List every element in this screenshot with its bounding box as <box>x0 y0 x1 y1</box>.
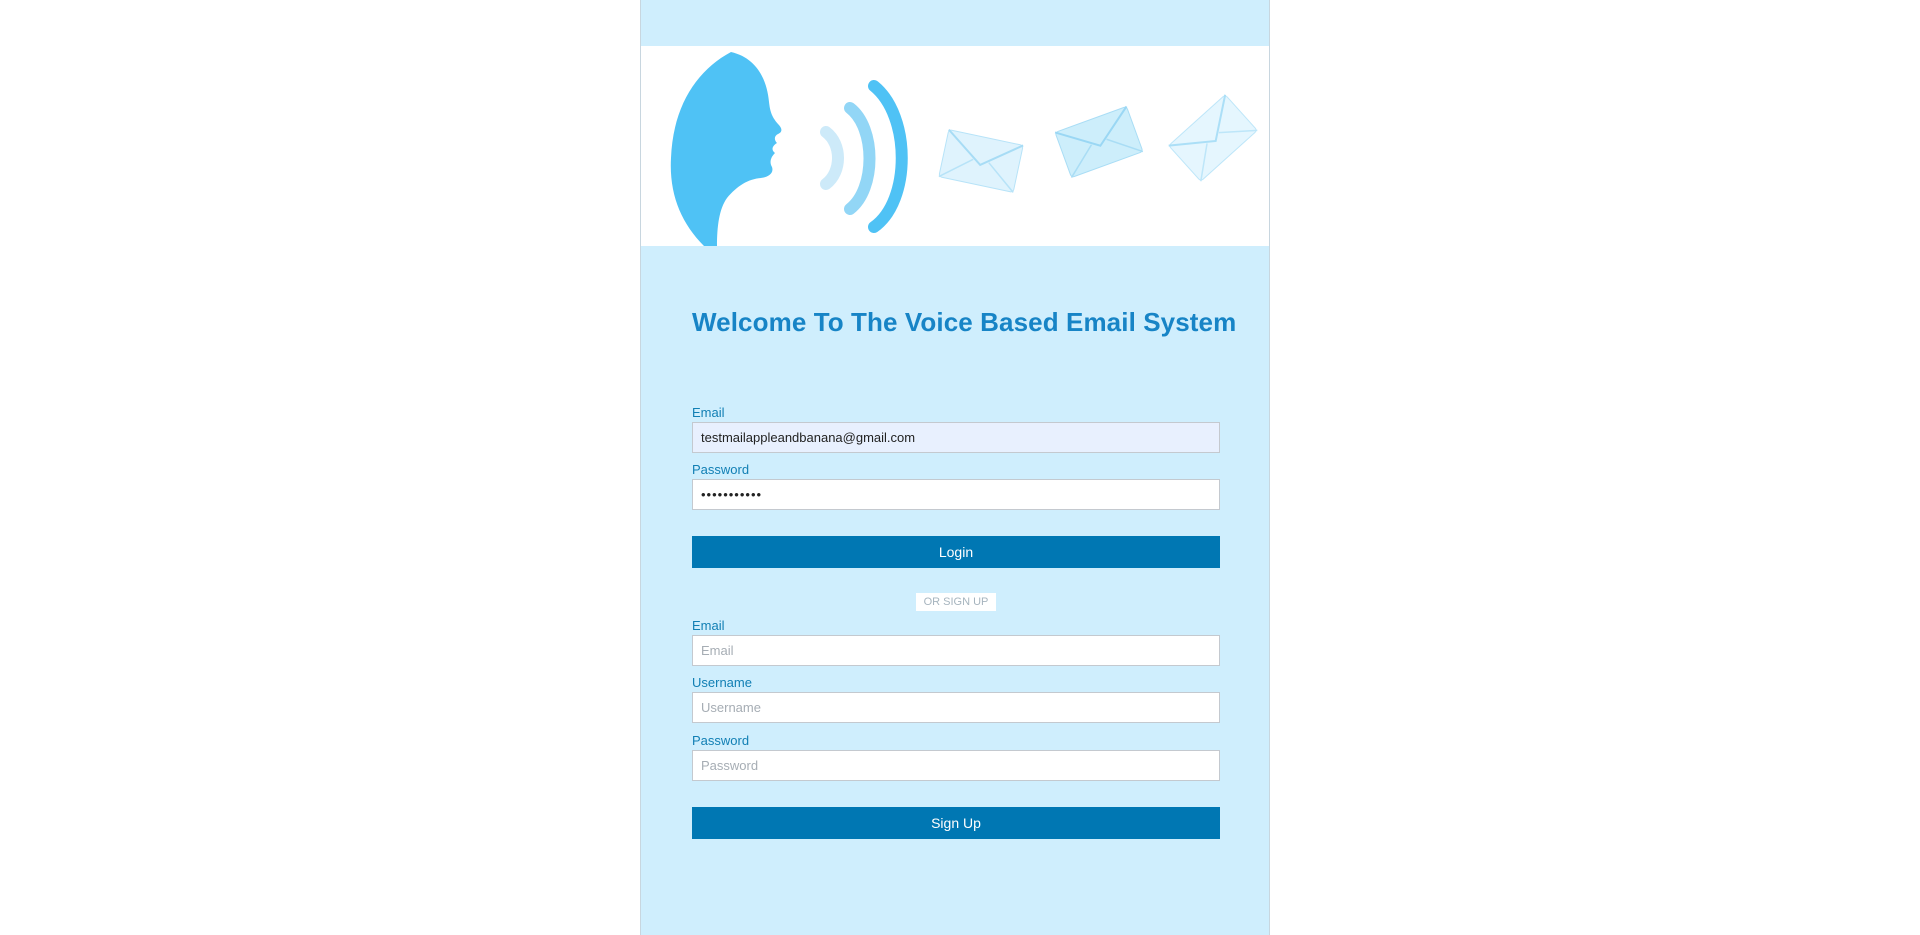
signup-email-label: Email <box>692 618 725 633</box>
signup-username-label: Username <box>692 675 752 690</box>
or-sign-up-divider: OR SIGN UP <box>916 593 996 611</box>
login-password-input[interactable] <box>692 479 1220 510</box>
envelope-icon <box>938 128 1024 193</box>
login-password-label: Password <box>692 462 750 477</box>
page-title: Welcome To The Voice Based Email System <box>692 307 1237 337</box>
login-button[interactable]: Login <box>692 536 1220 568</box>
login-email-label: Email <box>692 405 725 420</box>
speaking-head-icon <box>670 52 782 246</box>
sign-up-button[interactable]: Sign Up <box>692 807 1220 839</box>
signup-password-input[interactable] <box>692 750 1220 781</box>
envelope-icon <box>1054 105 1144 178</box>
signup-password-label: Password <box>692 733 750 748</box>
signup-email-input[interactable] <box>692 635 1220 666</box>
login-panel: Welcome To The Voice Based Email System … <box>640 0 1270 935</box>
login-email-input[interactable] <box>692 422 1220 453</box>
envelope-icon <box>1168 94 1258 182</box>
voice-email-banner <box>641 46 1269 246</box>
sound-wave-icon <box>820 80 908 233</box>
signup-username-input[interactable] <box>692 692 1220 723</box>
